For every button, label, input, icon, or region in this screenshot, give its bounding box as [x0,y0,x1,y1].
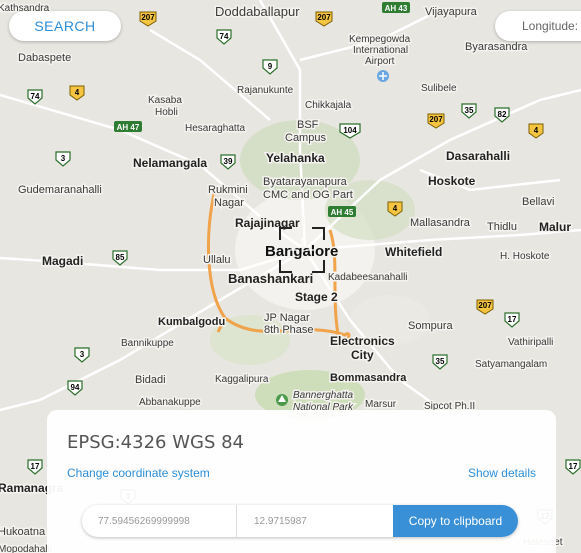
svg-text:94: 94 [71,383,80,392]
svg-text:17: 17 [508,315,517,324]
place-label: Vathiripalli [508,337,553,348]
route-shield-ah45: AH 45 [328,206,356,217]
place-label: CMC and OG Part [263,189,353,201]
place-label: Stage 2 [295,290,338,304]
place-label: Hobli [155,107,178,118]
place-label: Kadabeesanahalli [328,272,408,283]
place-label: Nelamangala [133,156,207,170]
svg-text:3: 3 [61,154,66,163]
place-label: Bannikuppe [121,338,174,349]
place-label: Malur [539,220,571,234]
svg-text:207: 207 [429,115,443,124]
svg-text:207: 207 [478,301,492,310]
place-label: Hukoatna [0,526,46,538]
svg-text:74: 74 [31,92,40,101]
place-label: Mopodahalli [0,544,52,553]
place-label: Bellavi [522,196,554,208]
svg-text:17: 17 [31,462,40,471]
svg-text:4: 4 [534,126,539,135]
place-label: Kasaba [148,95,182,106]
svg-text:3: 3 [80,350,85,359]
svg-text:85: 85 [116,253,125,262]
change-coordinate-system-link[interactable]: Change coordinate system [67,466,210,480]
place-label: Sompura [408,320,454,332]
place-label: Byarasandra [465,41,528,53]
place-label: Airport [365,56,395,67]
place-label: Satyamangalam [475,359,547,370]
place-label: H. Hoskote [500,251,550,262]
coordinate-bar: Copy to clipboard [82,505,518,537]
park-icon [276,394,288,406]
place-label: BSF [297,119,319,131]
place-label: Hesaraghatta [185,123,245,134]
place-label: Whitefield [385,245,442,259]
place-label: Thidlu [487,221,517,233]
place-label: International [353,45,408,56]
place-label: Chikkajala [305,100,352,111]
longitude-field[interactable]: Longitude: [495,11,581,41]
place-label: Hoskote [428,174,476,188]
svg-text:35: 35 [436,357,445,366]
svg-text:AH 43: AH 43 [385,4,408,13]
svg-text:17: 17 [569,462,578,471]
place-label: Yelahanka [266,151,325,165]
coordinate-divider [236,505,237,537]
copy-to-clipboard-button[interactable]: Copy to clipboard [393,505,518,537]
place-label: Marsur [365,399,397,410]
place-label: Campus [285,132,326,144]
place-label: City [351,348,374,362]
place-label: Rajanukunte [237,85,294,96]
place-label: Dabaspete [18,52,71,64]
search-button[interactable]: SEARCH [9,11,121,41]
place-label: 8th Phase [264,324,314,336]
place-label: Electronics [330,334,395,348]
svg-text:104: 104 [343,126,357,135]
svg-text:207: 207 [317,13,331,22]
latitude-input[interactable] [254,505,390,537]
svg-text:35: 35 [465,106,474,115]
svg-text:82: 82 [498,110,507,119]
longitude-label: Longitude: [522,19,579,33]
place-label: Bidadi [135,374,166,386]
place-label: Bannerghatta [293,390,353,401]
place-label: JP Nagar [264,312,310,324]
place-label: Doddaballapur [215,4,300,19]
airport-icon [377,70,389,82]
place-label: Ullalu [203,254,231,266]
place-label: Magadi [42,254,83,268]
place-label: Kaggalipura [215,374,269,385]
svg-text:4: 4 [393,204,398,213]
svg-text:9: 9 [268,62,273,71]
place-label: Kempegowda [349,34,411,45]
epsg-label: EPSG:4326 WGS 84 [67,432,244,453]
route-shield-ah43: AH 43 [382,2,410,13]
crosshair-icon [279,227,325,273]
place-label: Mallasandra [410,217,471,229]
place-label: Gudemaranahalli [18,184,102,196]
place-label: Rukmini [208,184,248,196]
place-label: Nagar [214,197,244,209]
svg-text:AH 47: AH 47 [117,123,140,132]
place-label: Sulibele [421,83,457,94]
place-label: Kumbalgodu [158,316,225,328]
svg-text:39: 39 [224,157,233,166]
place-label: Dasarahalli [446,149,510,163]
svg-text:207: 207 [141,13,155,22]
svg-text:74: 74 [220,32,229,41]
show-details-link[interactable]: Show details [468,466,536,480]
place-label: Abbanakuppe [139,397,201,408]
svg-text:4: 4 [75,88,80,97]
place-label: Vijayapura [425,6,478,18]
place-label: Bommasandra [330,372,407,384]
place-label: Byatarayanapura [263,176,348,188]
longitude-input[interactable] [98,505,234,537]
svg-text:AH 45: AH 45 [331,208,354,217]
route-shield-ah47: AH 47 [114,121,142,132]
